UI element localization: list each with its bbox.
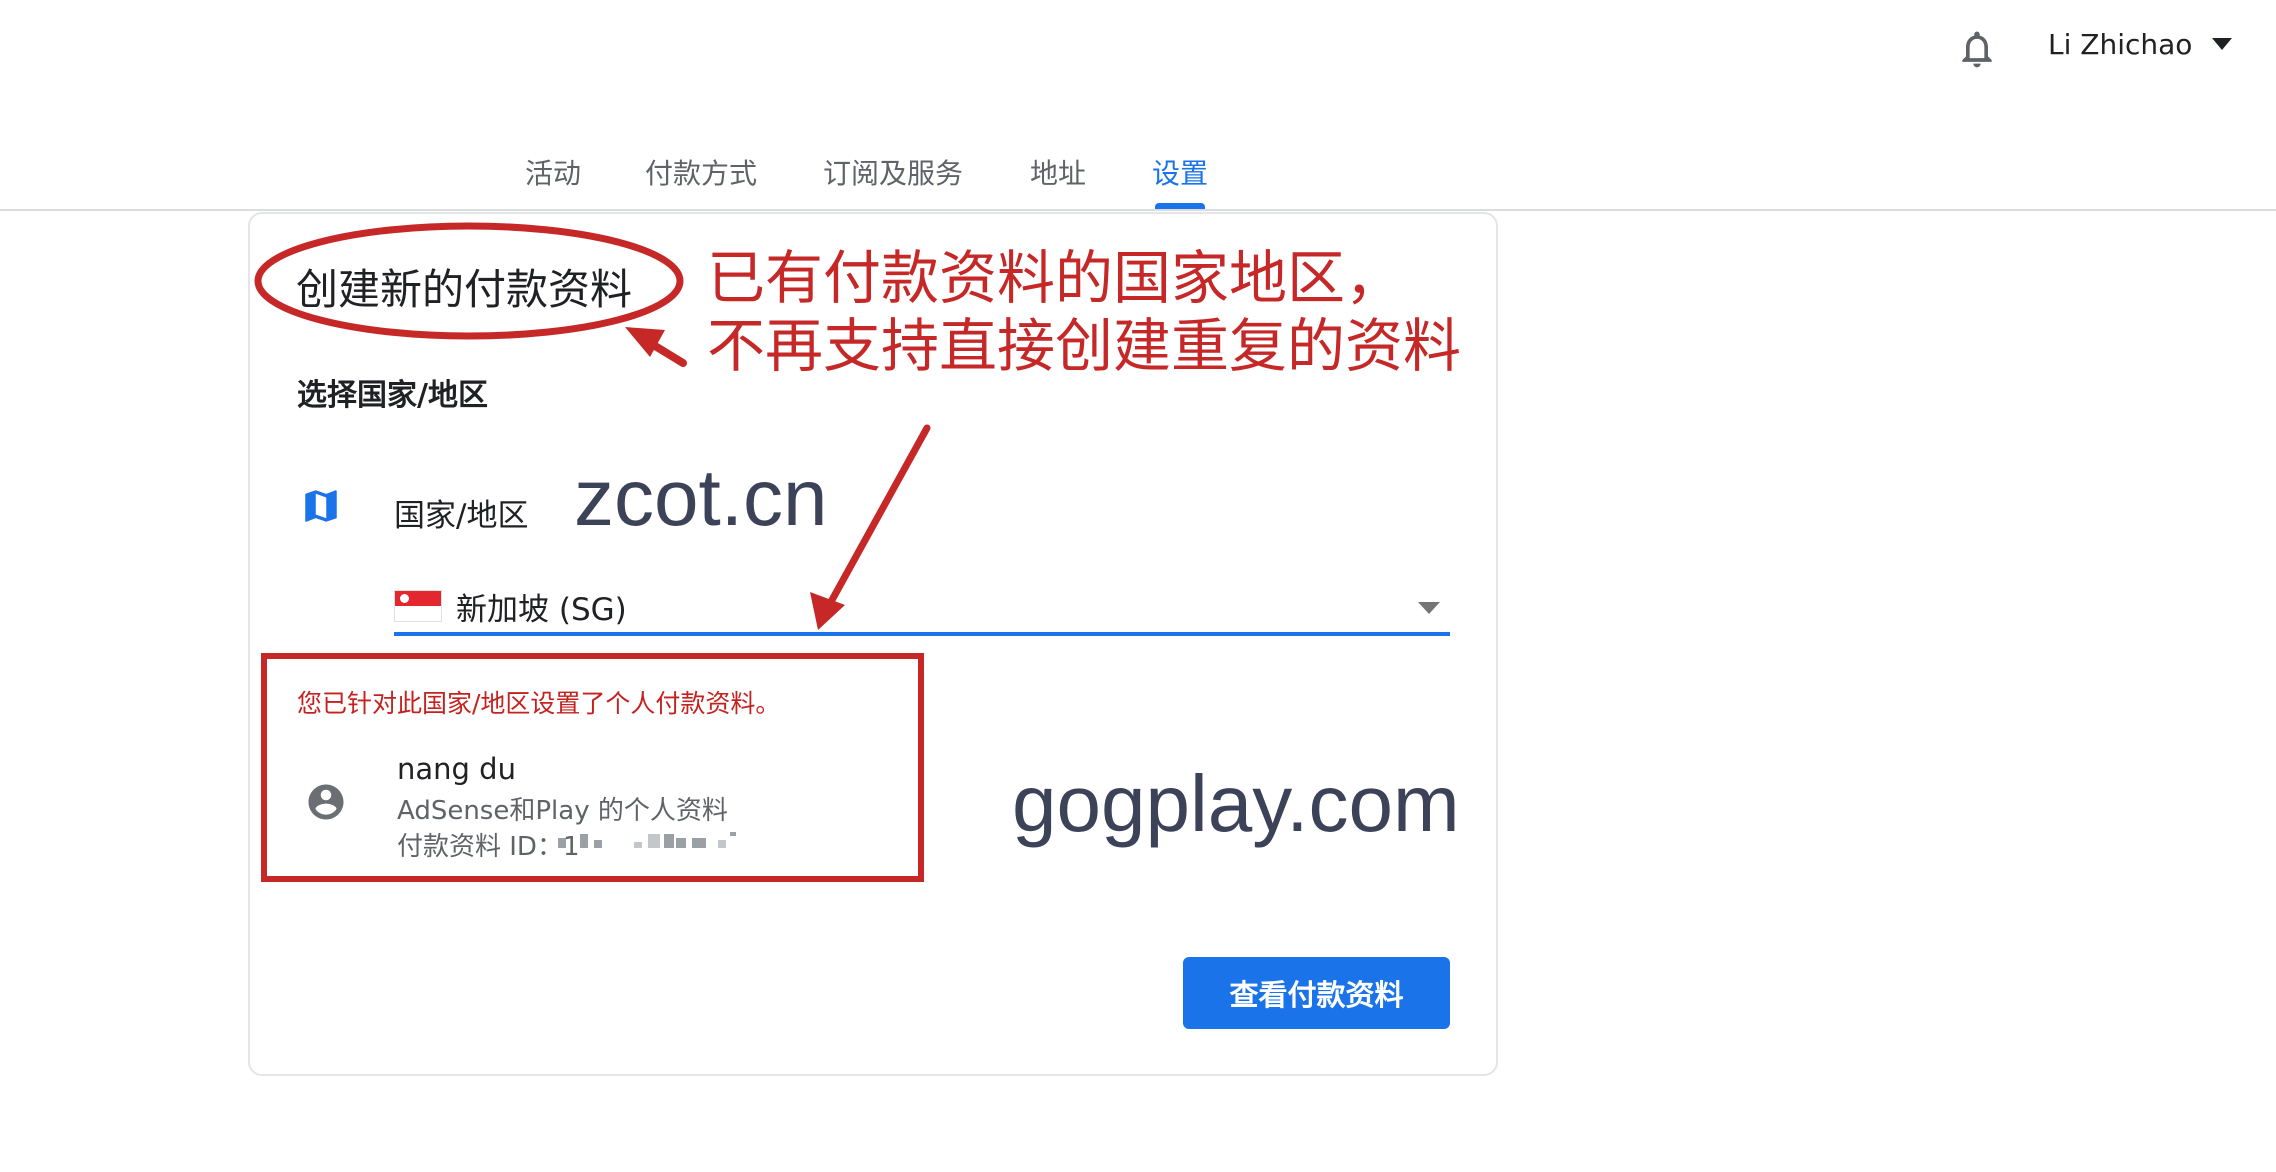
watermark-top: zcot.cn — [574, 453, 828, 542]
title-highlight-ellipse — [254, 222, 684, 340]
select-caret-icon — [1418, 602, 1440, 614]
tab-payment-methods[interactable]: 付款方式 — [645, 152, 757, 192]
view-payment-profile-button[interactable]: 查看付款资料 — [1183, 957, 1450, 1029]
section-label: 选择国家/地区 — [297, 378, 488, 413]
country-label: 国家/地区 — [394, 498, 529, 534]
bell-icon[interactable] — [1955, 26, 1999, 72]
tab-divider — [0, 209, 2276, 211]
country-select[interactable]: 新加坡 (SG) — [394, 576, 1450, 636]
existing-profile-warning: 您已针对此国家/地区设置了个人付款资料。 — [297, 689, 781, 718]
account-circle-icon — [308, 784, 344, 820]
watermark-bottom: gogplay.com — [1012, 759, 1460, 848]
annotation-text: 已有付款资料的国家地区， 不再支持直接创建重复的资料 — [707, 244, 1461, 380]
profile-name: nang du — [397, 752, 516, 786]
tab-addresses[interactable]: 地址 — [1030, 152, 1086, 192]
redacted-profile-id — [558, 832, 758, 852]
tab-subscriptions[interactable]: 订阅及服务 — [823, 152, 963, 192]
caret-down-icon[interactable] — [2210, 36, 2234, 52]
profile-id: 付款资料 ID：1 — [397, 832, 580, 862]
tab-settings[interactable]: 设置 — [1152, 152, 1208, 192]
user-name[interactable]: Li Zhichao — [2048, 28, 2192, 61]
annotation-line-2: 不再支持直接创建重复的资料 — [707, 312, 1462, 380]
country-select-value: 新加坡 (SG) — [456, 592, 627, 628]
singapore-flag-icon — [394, 590, 442, 622]
tab-activity[interactable]: 活动 — [525, 152, 581, 192]
profile-type: AdSense和Play 的个人资料 — [397, 796, 728, 826]
annotation-line-1: 已有付款资料的国家地区， — [707, 244, 1404, 312]
map-icon — [305, 490, 337, 522]
